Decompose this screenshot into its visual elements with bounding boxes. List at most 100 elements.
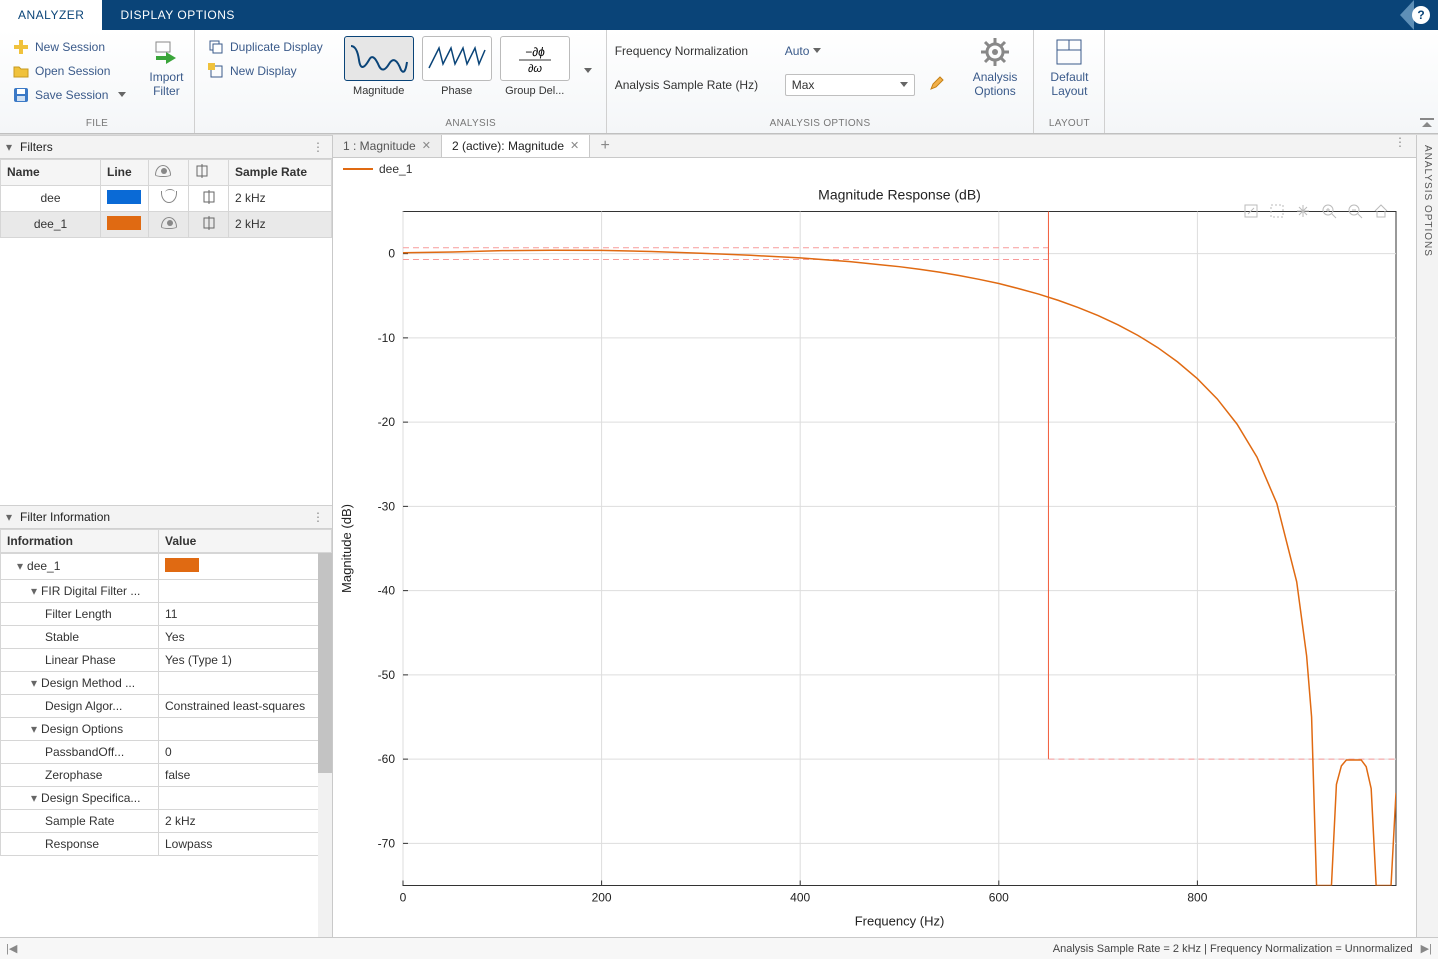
info-row[interactable]: Sample Rate2 kHz bbox=[1, 809, 332, 832]
info-row[interactable]: ▾FIR Digital Filter ... bbox=[1, 579, 332, 602]
save-session-button[interactable]: Save Session bbox=[8, 84, 131, 106]
analysis-magnitude-label: Magnitude bbox=[353, 85, 404, 97]
sample-rate-value: Max bbox=[792, 78, 815, 92]
ribbon-group-layout-title: LAYOUT bbox=[1034, 116, 1104, 133]
status-right-button[interactable]: ▶| bbox=[1421, 942, 1432, 955]
layout-icon bbox=[1055, 38, 1083, 66]
info-row[interactable]: ResponseLowpass bbox=[1, 832, 332, 855]
add-plot-tab[interactable]: + bbox=[590, 135, 620, 157]
filter-marker[interactable] bbox=[189, 185, 229, 211]
import-filter-button[interactable]: Import Filter bbox=[141, 36, 191, 100]
info-row[interactable]: Zerophasefalse bbox=[1, 763, 332, 786]
table-row[interactable]: dee2 kHz bbox=[1, 185, 332, 211]
ribbon-collapse-button[interactable] bbox=[1420, 117, 1434, 131]
svg-text:Frequency (Hz): Frequency (Hz) bbox=[855, 914, 945, 929]
filters-panel-title: Filters bbox=[20, 140, 53, 154]
duplicate-display-button[interactable]: Duplicate Display bbox=[203, 36, 328, 58]
help-button[interactable]: ? bbox=[1398, 0, 1438, 30]
info-row[interactable]: ▾Design Method ... bbox=[1, 671, 332, 694]
tab-analyzer[interactable]: ANALYZER bbox=[0, 0, 102, 30]
table-row[interactable]: dee_1 2 kHz bbox=[1, 211, 332, 237]
filter-samplerate: 2 kHz bbox=[229, 211, 332, 237]
plot-tab-1[interactable]: 1 : Magnitude ✕ bbox=[333, 135, 442, 157]
eye-icon bbox=[161, 191, 177, 203]
info-row[interactable]: Design Algor...Constrained least-squares bbox=[1, 694, 332, 717]
col-name[interactable]: Name bbox=[1, 159, 101, 185]
info-row[interactable]: ▾Design Options bbox=[1, 717, 332, 740]
filter-name: dee bbox=[1, 185, 101, 211]
tab-display-options[interactable]: DISPLAY OPTIONS bbox=[102, 0, 252, 30]
collapse-icon[interactable]: ▾ bbox=[6, 140, 12, 154]
analysis-options-rail-label: ANALYSIS OPTIONS bbox=[1422, 145, 1433, 257]
info-row[interactable]: ▾Design Specifica... bbox=[1, 786, 332, 809]
analysis-options-button[interactable]: Analysis Options bbox=[965, 36, 1026, 100]
new-display-button[interactable]: New Display bbox=[203, 60, 328, 82]
freq-norm-value: Auto bbox=[785, 44, 810, 58]
col-marker[interactable] bbox=[189, 159, 229, 185]
chevron-down-icon bbox=[900, 82, 908, 87]
filter-info-menu[interactable]: ⋮ bbox=[312, 510, 326, 524]
filter-info-table: InformationValue bbox=[0, 529, 332, 553]
eye-icon bbox=[155, 165, 171, 177]
filter-marker[interactable] bbox=[189, 211, 229, 237]
marker-icon bbox=[202, 216, 216, 230]
status-left-button[interactable]: |◀ bbox=[6, 942, 17, 955]
freq-norm-dropdown[interactable]: Auto bbox=[785, 44, 822, 58]
col-samplerate[interactable]: Sample Rate bbox=[229, 159, 332, 185]
analysis-phase-button[interactable] bbox=[422, 36, 492, 81]
import-filter-label: Import Filter bbox=[149, 70, 183, 98]
edit-pencil-icon[interactable] bbox=[929, 75, 945, 94]
info-row[interactable]: Linear PhaseYes (Type 1) bbox=[1, 648, 332, 671]
open-session-label: Open Session bbox=[35, 64, 110, 78]
home-icon[interactable] bbox=[1372, 202, 1390, 220]
magnitude-chart: Magnitude Response (dB)02004006008000-10… bbox=[333, 180, 1416, 937]
freq-norm-label: Frequency Normalization bbox=[615, 44, 775, 58]
new-session-button[interactable]: New Session bbox=[8, 36, 131, 58]
svg-text:-50: -50 bbox=[378, 668, 396, 682]
analysis-gallery-dropdown[interactable] bbox=[578, 36, 598, 106]
scrollbar[interactable] bbox=[318, 553, 332, 937]
analysis-magnitude-button[interactable] bbox=[344, 36, 414, 81]
svg-text:-60: -60 bbox=[378, 752, 396, 766]
eye-icon bbox=[161, 217, 177, 229]
analysis-group-delay-button[interactable]: −∂ϕ∂ω bbox=[500, 36, 570, 81]
svg-text:0: 0 bbox=[400, 891, 407, 905]
default-layout-button[interactable]: Default Layout bbox=[1042, 36, 1096, 100]
info-row[interactable]: StableYes bbox=[1, 625, 332, 648]
plot-tab-2[interactable]: 2 (active): Magnitude ✕ bbox=[442, 135, 590, 157]
open-session-button[interactable]: Open Session bbox=[8, 60, 131, 82]
info-row[interactable]: ▾dee_1 bbox=[1, 553, 332, 579]
zoom-extents-icon[interactable] bbox=[1268, 202, 1286, 220]
svg-text:600: 600 bbox=[989, 891, 1009, 905]
zoom-out-icon[interactable] bbox=[1346, 202, 1364, 220]
filters-panel-menu[interactable]: ⋮ bbox=[312, 140, 326, 154]
chevron-down-icon bbox=[584, 68, 592, 73]
new-display-label: New Display bbox=[230, 64, 297, 78]
brush-tool-icon[interactable] bbox=[1242, 202, 1260, 220]
svg-text:800: 800 bbox=[1187, 891, 1207, 905]
chevron-down-icon bbox=[813, 48, 821, 53]
svg-text:-30: -30 bbox=[378, 499, 396, 513]
analysis-options-rail[interactable]: ANALYSIS OPTIONS bbox=[1416, 135, 1438, 937]
plot-tab-menu[interactable]: ⋮ bbox=[1386, 135, 1416, 157]
filter-color[interactable] bbox=[101, 211, 149, 237]
sample-rate-dropdown[interactable]: Max bbox=[785, 74, 915, 96]
marker-icon bbox=[202, 190, 216, 204]
collapse-icon[interactable]: ▾ bbox=[6, 510, 12, 524]
filter-visibility[interactable] bbox=[149, 211, 189, 237]
svg-text:−∂ϕ: −∂ϕ bbox=[525, 45, 545, 59]
import-icon bbox=[152, 38, 180, 66]
close-icon[interactable]: ✕ bbox=[422, 139, 431, 152]
info-row[interactable]: Filter Length11 bbox=[1, 602, 332, 625]
zoom-in-icon[interactable] bbox=[1320, 202, 1338, 220]
filter-visibility[interactable] bbox=[149, 185, 189, 211]
col-visible[interactable] bbox=[149, 159, 189, 185]
default-layout-label: Default Layout bbox=[1050, 70, 1088, 98]
close-icon[interactable]: ✕ bbox=[570, 139, 579, 152]
svg-text:-10: -10 bbox=[378, 331, 396, 345]
filter-name: dee_1 bbox=[1, 211, 101, 237]
filter-color[interactable] bbox=[101, 185, 149, 211]
col-line[interactable]: Line bbox=[101, 159, 149, 185]
pan-icon[interactable] bbox=[1294, 202, 1312, 220]
info-row[interactable]: PassbandOff...0 bbox=[1, 740, 332, 763]
